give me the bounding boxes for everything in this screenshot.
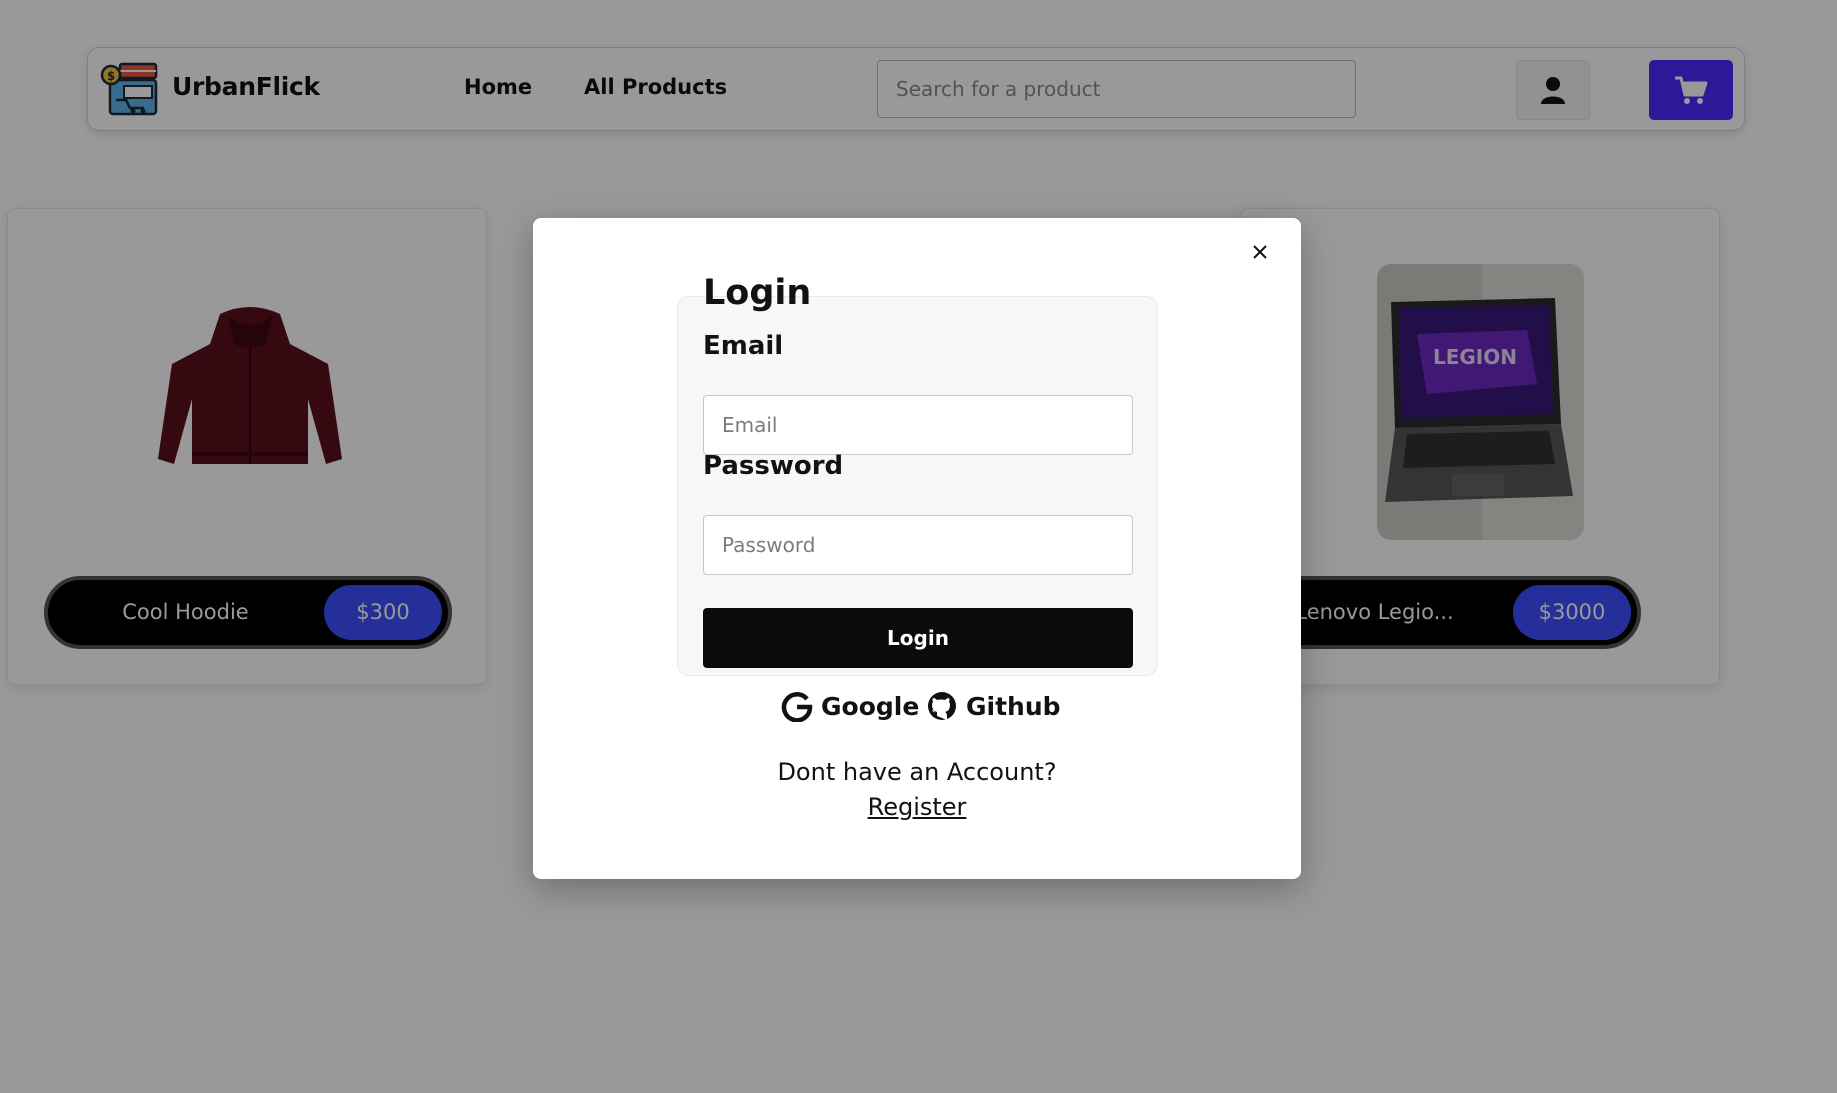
google-label: Google xyxy=(821,691,920,721)
github-icon xyxy=(928,692,956,720)
login-form: Login Email Password Login xyxy=(677,273,1158,676)
no-account-text: Dont have an Account? xyxy=(777,758,1057,786)
password-field[interactable] xyxy=(703,515,1133,575)
page: $ UrbanFlick Home All Products Search fo… xyxy=(0,0,1837,1093)
github-login-button[interactable]: Github xyxy=(926,688,1061,724)
register-link[interactable]: Register xyxy=(533,793,1301,821)
password-label: Password xyxy=(703,451,844,481)
login-button[interactable]: Login xyxy=(703,608,1133,668)
close-icon[interactable] xyxy=(1250,242,1270,262)
email-field[interactable] xyxy=(703,395,1133,455)
login-modal: Login Email Password Login Google Github… xyxy=(533,218,1301,879)
google-icon xyxy=(781,692,813,722)
email-label: Email xyxy=(703,331,784,361)
login-title: Login xyxy=(703,273,812,313)
github-label: Github xyxy=(966,691,1061,721)
google-login-button[interactable]: Google xyxy=(781,688,919,724)
